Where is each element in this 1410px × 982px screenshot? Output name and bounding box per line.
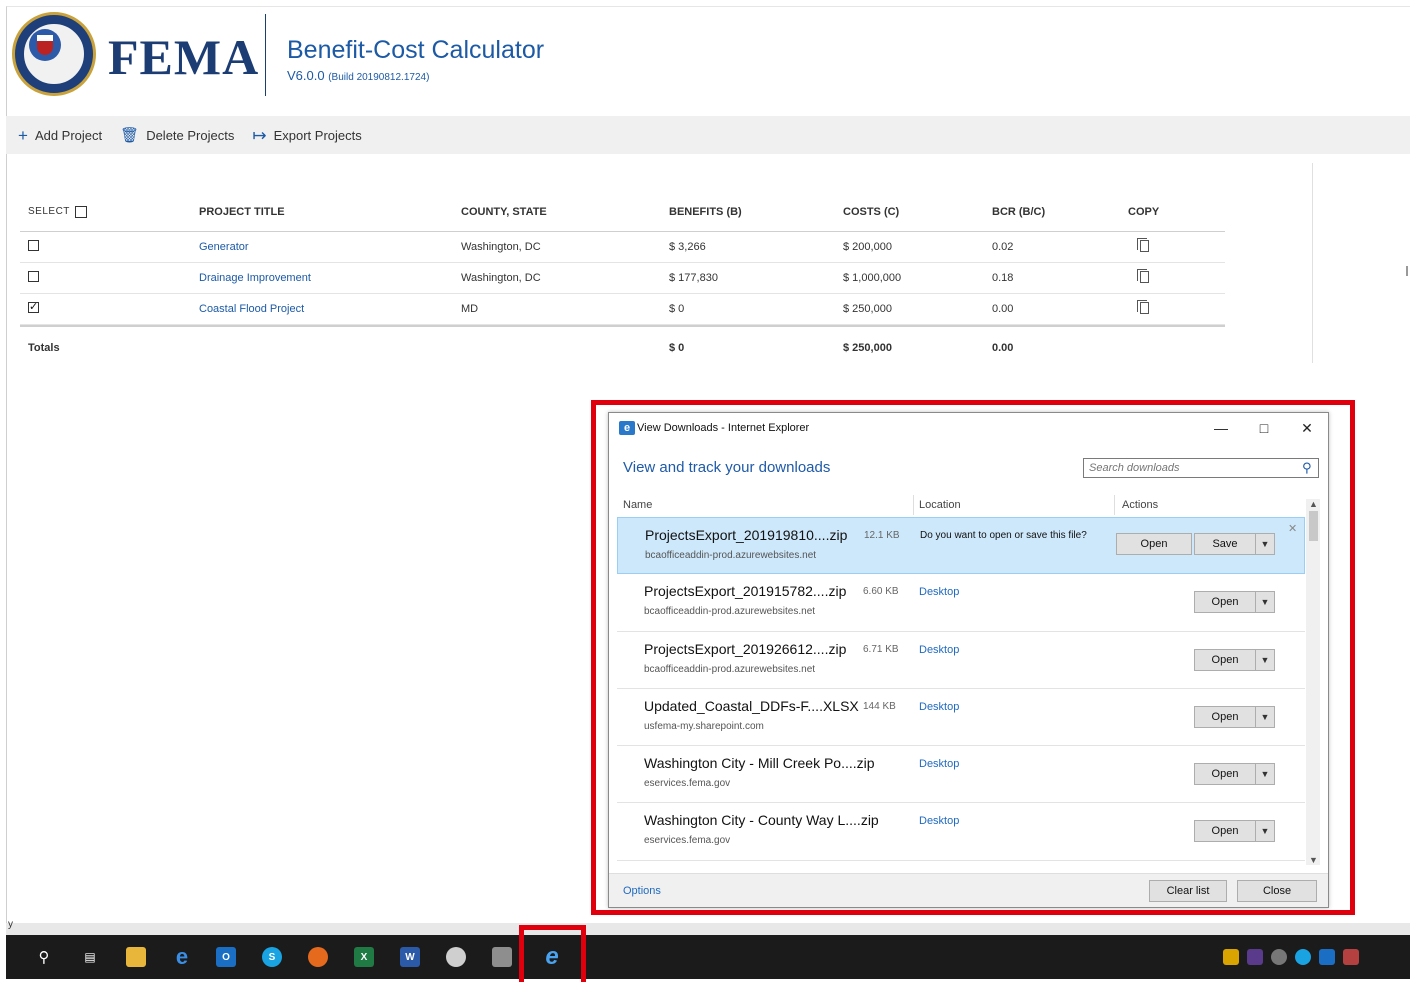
dhs-seal-logo <box>12 12 96 96</box>
build-number: (Build 20190812.1724) <box>328 72 430 83</box>
benefits-cell: $ 177,830 <box>669 272 718 284</box>
select-header: SELECT <box>20 205 199 218</box>
bcr-cell: 0.00 <box>992 303 1014 315</box>
row-select-cell <box>20 240 199 254</box>
benefits-header: BENEFITS (B) <box>669 205 742 218</box>
copy-cell <box>1128 299 1225 317</box>
county-cell: MD <box>461 303 479 315</box>
add-project-button[interactable]: + Add Project <box>18 127 102 144</box>
county-cell: Washington, DC <box>461 241 541 253</box>
county-cell: Washington, DC <box>461 272 541 284</box>
fema-brand: FEMA <box>108 29 260 85</box>
row-checkbox-checked[interactable] <box>28 300 39 313</box>
project-title-cell: Drainage Improvement <box>199 272 461 284</box>
word-icon[interactable]: W <box>396 943 424 971</box>
project-link[interactable]: Generator <box>199 241 249 253</box>
delete-projects-label: Delete Projects <box>146 127 235 143</box>
firefox-icon[interactable] <box>304 943 332 971</box>
plus-icon: + <box>18 125 28 145</box>
table-header-row: SELECT PROJECT TITLE COUNTY, STATE BENEF… <box>20 192 1225 232</box>
app-title: Benefit-Cost Calculator <box>287 36 545 64</box>
outlook-icon[interactable]: O <box>212 943 240 971</box>
tray-skype-icon[interactable] <box>1295 949 1311 965</box>
totals-bcr: 0.00 <box>992 342 1014 354</box>
status-strip <box>6 923 1410 935</box>
totals-benefits: $ 0 <box>669 342 685 354</box>
row-select-cell <box>20 271 199 285</box>
copy-icon[interactable] <box>1137 299 1149 314</box>
project-link[interactable]: Drainage Improvement <box>199 272 311 284</box>
taskbar-highlight-frame <box>519 925 586 982</box>
totals-row: Totals $ 0 $ 250,000 0.00 <box>20 325 1225 369</box>
table-row: Generator Washington, DC $ 3,266 $ 200,0… <box>20 232 1225 263</box>
row-select-cell <box>20 300 199 316</box>
row-checkbox[interactable] <box>28 271 39 282</box>
totals-label: Totals <box>28 342 60 354</box>
toolbar: + Add Project 🗑 Delete Projects ↦ Export… <box>6 116 1410 154</box>
tray-app-icon[interactable] <box>1223 949 1239 965</box>
skype-icon[interactable]: S <box>258 943 286 971</box>
app-version: V6.0.0 (Build 20190812.1724) <box>287 68 429 83</box>
export-arrow-icon: ↦ <box>252 125 267 145</box>
trash-icon: 🗑 <box>120 126 140 144</box>
app-icon[interactable] <box>488 943 516 971</box>
app-root: FEMA Benefit-Cost Calculator V6.0.0 (Bui… <box>0 0 1410 982</box>
benefits-cell: $ 3,266 <box>669 241 706 253</box>
costs-cell: $ 1,000,000 <box>843 272 902 284</box>
row-checkbox[interactable] <box>28 240 39 251</box>
header-divider <box>265 14 266 96</box>
project-link[interactable]: Coastal Flood Project <box>199 303 304 315</box>
edge-icon[interactable]: e <box>168 943 196 971</box>
tray-paint-icon[interactable] <box>1271 949 1287 965</box>
tray-onenote-icon[interactable] <box>1247 949 1263 965</box>
benefits-cell: $ 0 <box>669 303 685 315</box>
header: FEMA Benefit-Cost Calculator V6.0.0 (Bui… <box>0 0 1410 114</box>
bcr-cell: 0.02 <box>992 241 1014 253</box>
table-row: Coastal Flood Project MD $ 0 $ 250,000 0… <box>20 294 1225 325</box>
tray-outlook-icon[interactable] <box>1319 949 1335 965</box>
export-projects-button[interactable]: ↦ Export Projects <box>252 127 361 144</box>
costs-cell: $ 200,000 <box>843 241 892 253</box>
excel-icon[interactable]: X <box>350 943 378 971</box>
select-all-checkbox[interactable] <box>74 205 87 218</box>
totals-costs: $ 250,000 <box>843 342 892 354</box>
panel-divider <box>1312 163 1313 363</box>
copy-icon[interactable] <box>1137 237 1149 252</box>
bcr-cell: 0.18 <box>992 272 1014 284</box>
costs-header: COSTS (C) <box>843 205 900 218</box>
dialog-highlight-frame <box>591 400 1355 915</box>
task-view-icon[interactable]: ▤ <box>76 943 104 971</box>
project-title-cell: Coastal Flood Project <box>199 303 461 315</box>
copy-header: COPY <box>1128 205 1160 218</box>
version-number: V6.0.0 <box>287 68 325 83</box>
windows-taskbar: ⚲ ▤ e O S X W e <box>6 935 1410 979</box>
costs-cell: $ 250,000 <box>843 303 892 315</box>
status-text: y <box>8 919 13 930</box>
copy-cell <box>1128 237 1225 255</box>
projects-table: SELECT PROJECT TITLE COUNTY, STATE BENEF… <box>20 192 1225 369</box>
county-header: COUNTY, STATE <box>461 205 547 218</box>
copy-cell <box>1128 268 1225 286</box>
search-icon[interactable]: ⚲ <box>30 943 58 971</box>
title-header: PROJECT TITLE <box>199 205 285 218</box>
file-explorer-icon[interactable] <box>122 943 150 971</box>
panel-edge-marker <box>1406 266 1408 276</box>
tray-security-icon[interactable] <box>1343 949 1359 965</box>
delete-projects-button[interactable]: 🗑 Delete Projects <box>120 128 234 143</box>
bcr-header: BCR (B/C) <box>992 205 1046 218</box>
table-row: Drainage Improvement Washington, DC $ 17… <box>20 263 1225 294</box>
project-title-cell: Generator <box>199 241 461 253</box>
export-projects-label: Export Projects <box>273 127 362 143</box>
select-header-label: SELECT <box>28 206 70 217</box>
copy-icon[interactable] <box>1137 268 1149 283</box>
add-project-label: Add Project <box>34 127 103 143</box>
paint-icon[interactable] <box>442 943 470 971</box>
